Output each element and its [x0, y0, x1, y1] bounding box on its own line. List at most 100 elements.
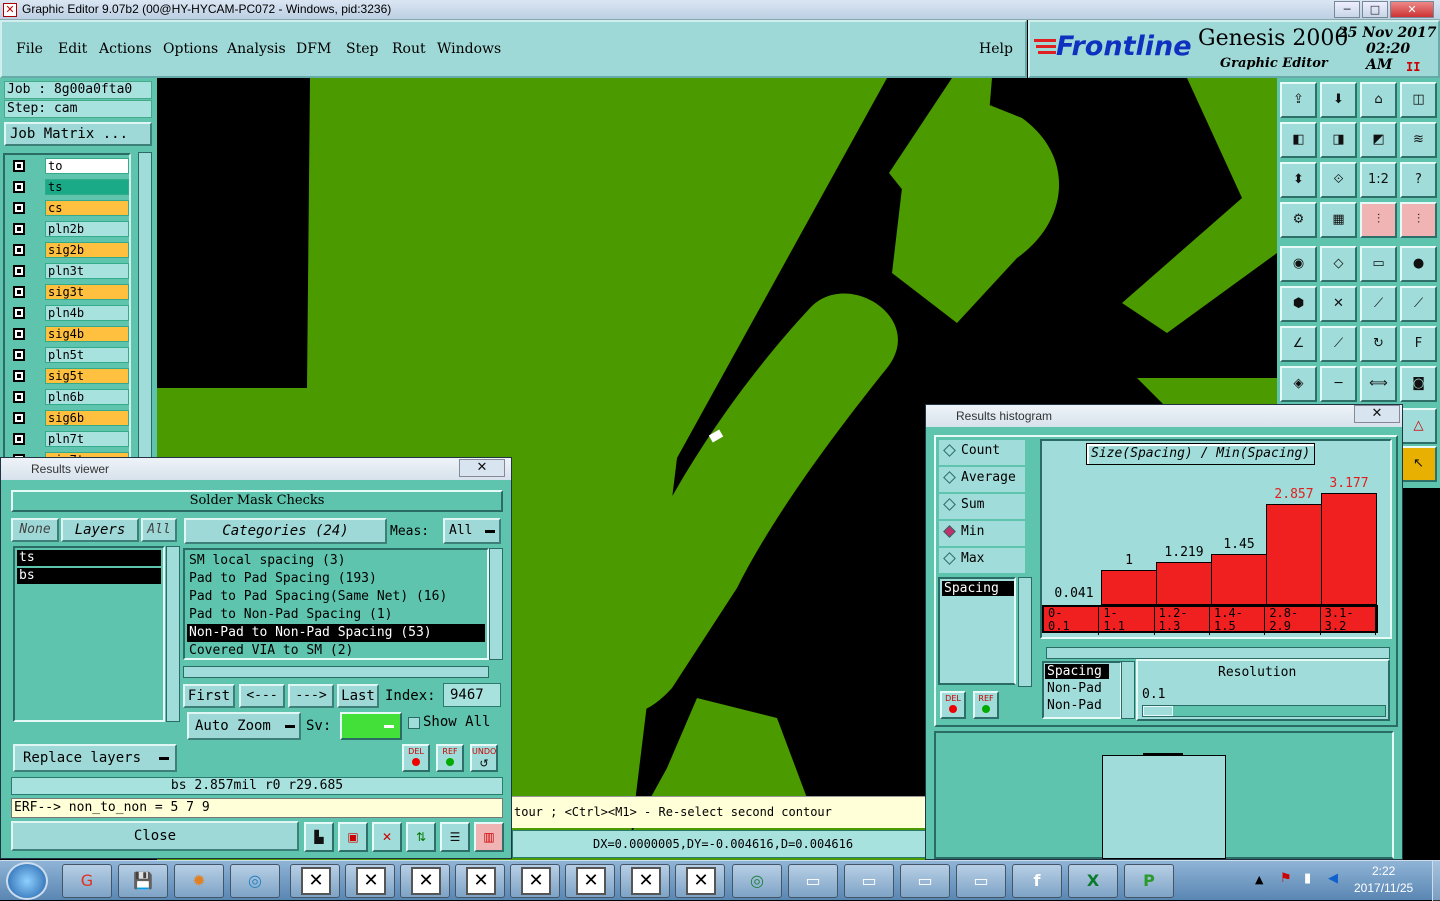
window-app-icon[interactable]: ▭	[956, 864, 1006, 898]
tool-button-icon[interactable]: ?	[1400, 162, 1437, 198]
field-list-item[interactable]: Non-Pad	[1044, 680, 1120, 697]
genesis-window-task[interactable]: ✕	[290, 864, 340, 898]
measure-scrollbar[interactable]	[1018, 577, 1032, 687]
report-icon[interactable]: ▙	[304, 822, 334, 852]
layer-name[interactable]: pln3t	[45, 263, 129, 279]
histogram-icon[interactable]: ▥	[474, 822, 504, 852]
tool-button-icon[interactable]: ⟐	[1320, 162, 1357, 198]
histogram-bucket-label[interactable]: 1.4- 1.5	[1210, 607, 1266, 635]
layer-list-scrollbar[interactable]	[138, 152, 152, 470]
rv-layer-item[interactable]: ts	[17, 550, 161, 566]
eye-app-icon[interactable]: ◎	[230, 864, 280, 898]
tool-button-icon[interactable]: ◫	[1400, 82, 1437, 118]
tool-button-icon[interactable]: ✕	[1320, 286, 1357, 322]
network-icon[interactable]: ▮	[1304, 871, 1322, 889]
histogram-bar[interactable]	[1321, 493, 1377, 605]
app-g-icon[interactable]: G	[62, 864, 112, 898]
clock-date[interactable]: 2017/11/25	[1354, 881, 1413, 895]
tool-button-icon[interactable]: ⟋	[1320, 326, 1357, 362]
tool-button-icon[interactable]: ⫶	[1360, 202, 1397, 238]
meas-dropdown[interactable]: All	[443, 518, 501, 544]
tool-button-icon[interactable]: ◇	[1320, 246, 1357, 282]
layer-name[interactable]: sig2b	[45, 242, 129, 258]
tool-button-icon[interactable]: ⟋	[1400, 286, 1437, 322]
menu-file[interactable]: File	[16, 41, 43, 57]
eye-app-icon[interactable]: ◎	[732, 864, 782, 898]
all-button[interactable]: All	[141, 518, 177, 542]
save-app-icon[interactable]: 💾	[118, 864, 168, 898]
results-viewer-close-button[interactable]: ✕	[459, 459, 505, 477]
tool-button-icon[interactable]: ∠	[1280, 326, 1317, 362]
layer-row[interactable]: to	[11, 158, 129, 174]
tool-button-icon[interactable]: ▭	[1360, 246, 1397, 282]
layer-row[interactable]: pln2b	[11, 221, 129, 237]
frontline-app-icon[interactable]: f	[1012, 864, 1062, 898]
tool-button-icon[interactable]: 1:2	[1360, 162, 1397, 198]
pointer-tool-icon[interactable]: ↖	[1400, 446, 1437, 482]
show-desktop-button[interactable]	[1432, 861, 1440, 901]
show-all-checkbox[interactable]	[408, 717, 420, 729]
category-item[interactable]: Non-Pad to Non-Pad Spacing (53)	[187, 624, 485, 642]
resolution-slider[interactable]	[1142, 705, 1386, 717]
notes-icon[interactable]: ☰	[440, 822, 470, 852]
menu-dfm[interactable]: DFM	[296, 41, 331, 57]
tray-app-icon[interactable]: ⚑	[1280, 871, 1298, 889]
layer-checkbox[interactable]	[13, 286, 25, 298]
close-window-button[interactable]: ✕	[1390, 1, 1434, 18]
tool-button-icon[interactable]: ⚙	[1280, 202, 1317, 238]
category-item[interactable]: Covered VIA to SM (2)	[187, 642, 485, 658]
tool-button-icon[interactable]: ◩	[1360, 122, 1397, 158]
excel-app-icon[interactable]: X	[1068, 864, 1118, 898]
layer-row[interactable]: ts	[11, 179, 129, 195]
menu-analysis[interactable]: Analysis	[227, 41, 286, 57]
layer-checkbox[interactable]	[13, 328, 25, 340]
slider-thumb[interactable]	[1143, 706, 1173, 716]
index-field[interactable]: 9467	[443, 683, 501, 707]
next-button[interactable]: --->	[288, 684, 334, 708]
menu-step[interactable]: Step	[346, 41, 378, 57]
layer-row[interactable]: cs	[11, 200, 129, 216]
shell-app-icon[interactable]: ✹	[174, 864, 224, 898]
layer-name[interactable]: pln5t	[45, 347, 129, 363]
hist-refresh-button[interactable]: REF	[973, 691, 999, 719]
measure-list-item[interactable]: Spacing	[942, 581, 1014, 596]
pause-indicator[interactable]: II	[1406, 60, 1420, 74]
menu-options[interactable]: Options	[163, 41, 218, 57]
tool-button-icon[interactable]: ◉	[1280, 246, 1317, 282]
close-button[interactable]: Close	[11, 821, 299, 851]
measure-tool-icon[interactable]: △	[1400, 408, 1437, 444]
histogram-bar[interactable]	[1266, 504, 1322, 605]
layer-name[interactable]: pln4b	[45, 305, 129, 321]
histogram-bar[interactable]	[1211, 553, 1267, 605]
none-button[interactable]: None	[11, 518, 59, 542]
layer-checkbox[interactable]	[13, 433, 25, 445]
layer-checkbox[interactable]	[13, 181, 25, 193]
histogram-close-button[interactable]: ✕	[1354, 405, 1400, 423]
genesis-window-task[interactable]: ✕	[455, 864, 505, 898]
aggregate-option[interactable]: Max	[938, 547, 1026, 574]
layer-row[interactable]: pln6b	[11, 389, 129, 405]
tool-button-icon[interactable]: ≋	[1400, 122, 1437, 158]
first-button[interactable]: First	[183, 684, 235, 708]
genesis-window-task[interactable]: ✕	[345, 864, 395, 898]
layer-row[interactable]: pln7t	[11, 431, 129, 447]
menu-help[interactable]: Help	[979, 41, 1013, 57]
prev-button[interactable]: <---	[239, 684, 285, 708]
layer-row[interactable]: sig4b	[11, 326, 129, 342]
histogram-bucket-label[interactable]: 1.2- 1.3	[1155, 607, 1210, 635]
tool-button-icon[interactable]: ⟺	[1360, 366, 1397, 402]
tray-expand-icon[interactable]: ▲	[1255, 873, 1263, 886]
tool-button-icon[interactable]: ◨	[1320, 122, 1357, 158]
tool-button-icon[interactable]: ⇪	[1280, 82, 1317, 118]
categories-hscrollbar[interactable]	[183, 666, 489, 678]
erf-disabled-icon[interactable]: ✕	[372, 822, 402, 852]
layer-row[interactable]: pln3t	[11, 263, 129, 279]
menu-rout[interactable]: Rout	[392, 41, 426, 57]
aggregate-option[interactable]: Sum	[938, 493, 1026, 520]
volume-icon[interactable]: ◀	[1328, 871, 1346, 889]
last-button[interactable]: Last	[337, 684, 379, 708]
hist-delete-button[interactable]: DEL	[940, 691, 966, 719]
layer-checkbox[interactable]	[13, 160, 25, 172]
aggregate-option[interactable]: Count	[938, 439, 1026, 466]
genesis-window-task[interactable]: ✕	[675, 864, 725, 898]
